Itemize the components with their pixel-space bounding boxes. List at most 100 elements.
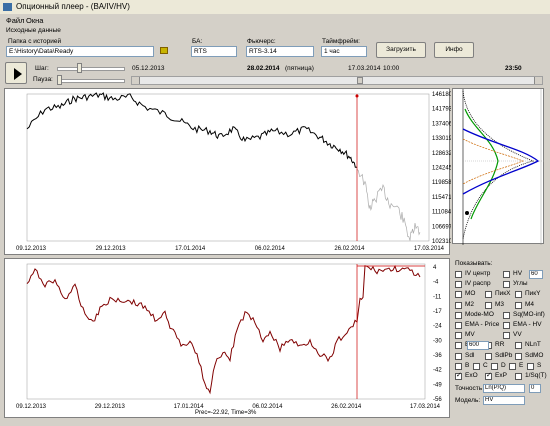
checkbox-hv[interactable] [503,271,510,278]
checkbox-м2[interactable] [455,301,462,309]
info-button[interactable]: Инфо [434,42,474,58]
ba-select[interactable]: RTS [191,46,237,57]
checkbox-углы[interactable] [503,281,510,289]
model-select[interactable]: HV [483,396,525,405]
time-scrollbar[interactable] [131,76,543,85]
vol-y-tick: -4 [433,280,439,286]
load-button[interactable]: Загрузить [376,42,426,58]
checkbox-c[interactable] [473,362,480,370]
pause-slider-thumb[interactable] [57,75,62,85]
checkbox-label: ExO [465,372,478,379]
checkbox-e[interactable] [509,362,516,370]
ba-value: RTS [194,48,207,55]
options-panel: Показывать: IV центр HV IV распр Углы МО ПикХ… [453,260,548,420]
current-time-dot [355,94,359,98]
checkbox-label: ExP [495,372,507,379]
dist-green-curve [464,108,499,220]
vol-x-tick: 29.12.2013 [95,404,126,410]
volatility-line [26,265,421,395]
checkbox-mv[interactable] [455,332,462,340]
checkbox-label: Mode-MO [465,310,494,318]
vol-x-tick: 26.02.2014 [331,404,362,410]
distribution-panel [452,88,545,245]
checkbox-d[interactable] [491,362,498,370]
pause-label: Пауза: [33,76,53,83]
time-scroll-left[interactable] [132,77,140,84]
open-folder-icon[interactable] [160,47,168,54]
checkbox-bf[interactable] [455,342,462,350]
accuracy-select[interactable]: Ln(P/Q) [483,384,525,393]
checkbox-exo[interactable] [455,371,462,380]
accuracy-label: Точность [455,385,483,392]
model-label: Модель: [455,397,481,404]
vol-y-tick: -17 [433,309,442,315]
current-date: 28.02.2014 [247,65,280,72]
checkbox-label: МО [465,290,476,298]
dist-marker-point [465,211,469,215]
dist-orange-curve [462,138,524,185]
start-date: 05.12.2013 [132,65,165,72]
checkbox-ema-price[interactable] [455,322,462,329]
checkbox-sdmo[interactable] [515,352,522,360]
checkbox-м3[interactable] [485,301,492,309]
checkbox-пикх[interactable] [485,291,492,299]
price-y-tick: 141793 [432,107,451,113]
end-date: 17.03.2014 [348,65,381,72]
checkbox-s[interactable] [527,362,534,370]
checkbox-пикy[interactable] [515,291,522,299]
price-y-tick: 111084 [432,210,451,216]
checkbox-sq-mo-inf-[interactable] [503,311,510,319]
checkbox-b[interactable] [455,362,462,370]
checkbox-мо[interactable] [455,291,462,299]
price-x-tick: 06.02.2014 [255,246,286,252]
checkbox-label: MV [465,331,475,339]
vol-plot-frame [26,263,426,400]
price-y-tick: 119858 [432,180,451,186]
checkbox-iv-центр[interactable] [455,271,462,278]
source-group-label: Исходные данные [6,27,61,34]
hv-field[interactable]: 60 [529,270,543,279]
step-slider-thumb[interactable] [77,63,83,73]
price-x-tick: 17.01.2014 [175,246,206,252]
pause-slider[interactable] [57,75,125,86]
futures-select[interactable]: RTS-3.14 [246,46,314,57]
checkbox-sdl[interactable] [455,352,462,360]
play-icon [14,68,22,80]
vol-y-tick: -56 [433,397,442,403]
menu-bar: Файл Окна [0,14,550,26]
checkbox-vv[interactable] [503,332,510,340]
mv-field[interactable]: 600 [467,341,489,350]
checkbox-label: 1/Sq(T) [525,372,547,379]
price-y-tick: 102310 [432,239,451,245]
checkbox-1-sq-t-[interactable] [515,373,522,380]
checkbox-м4[interactable] [515,301,522,309]
price-y-tick: 133019 [432,136,451,142]
checkbox-ema-hv[interactable] [503,322,510,329]
checkbox-exp[interactable] [485,371,492,380]
end-time: 23:50 [505,65,522,72]
checkbox-sdlpb[interactable] [485,352,492,360]
checkbox-label: E [519,361,524,369]
time-scroll-thumb[interactable] [357,77,363,84]
time-scroll-right[interactable] [534,77,542,84]
vol-y-tick: -24 [433,324,442,330]
checkbox-nlnt[interactable] [515,342,522,350]
accuracy-number[interactable]: 0 [529,384,541,393]
checkbox-label: C [483,361,488,369]
folder-label: Папка с историей [8,38,62,45]
vol-y-tick: 4 [433,265,437,271]
play-button[interactable] [5,62,27,84]
checkbox-iv-распр[interactable] [455,281,462,289]
checkbox-mode-mo[interactable] [455,311,462,319]
start-time: 10:00 [383,65,400,72]
price-x-tick: 17.03.2014 [414,246,445,252]
timeframe-select[interactable]: 1 час [321,46,367,57]
menu-windows[interactable]: Окна [26,16,43,25]
price-y-tick: 128632 [432,151,451,157]
timeframe-label: Таймфрейм: [322,38,360,45]
checkbox-label: EMA - Price [465,321,500,328]
vol-y-tick: -11 [433,294,442,300]
step-slider[interactable] [57,63,125,74]
menu-file[interactable]: Файл [6,16,24,25]
folder-field[interactable]: E:\History\Data\Ready [6,46,154,57]
